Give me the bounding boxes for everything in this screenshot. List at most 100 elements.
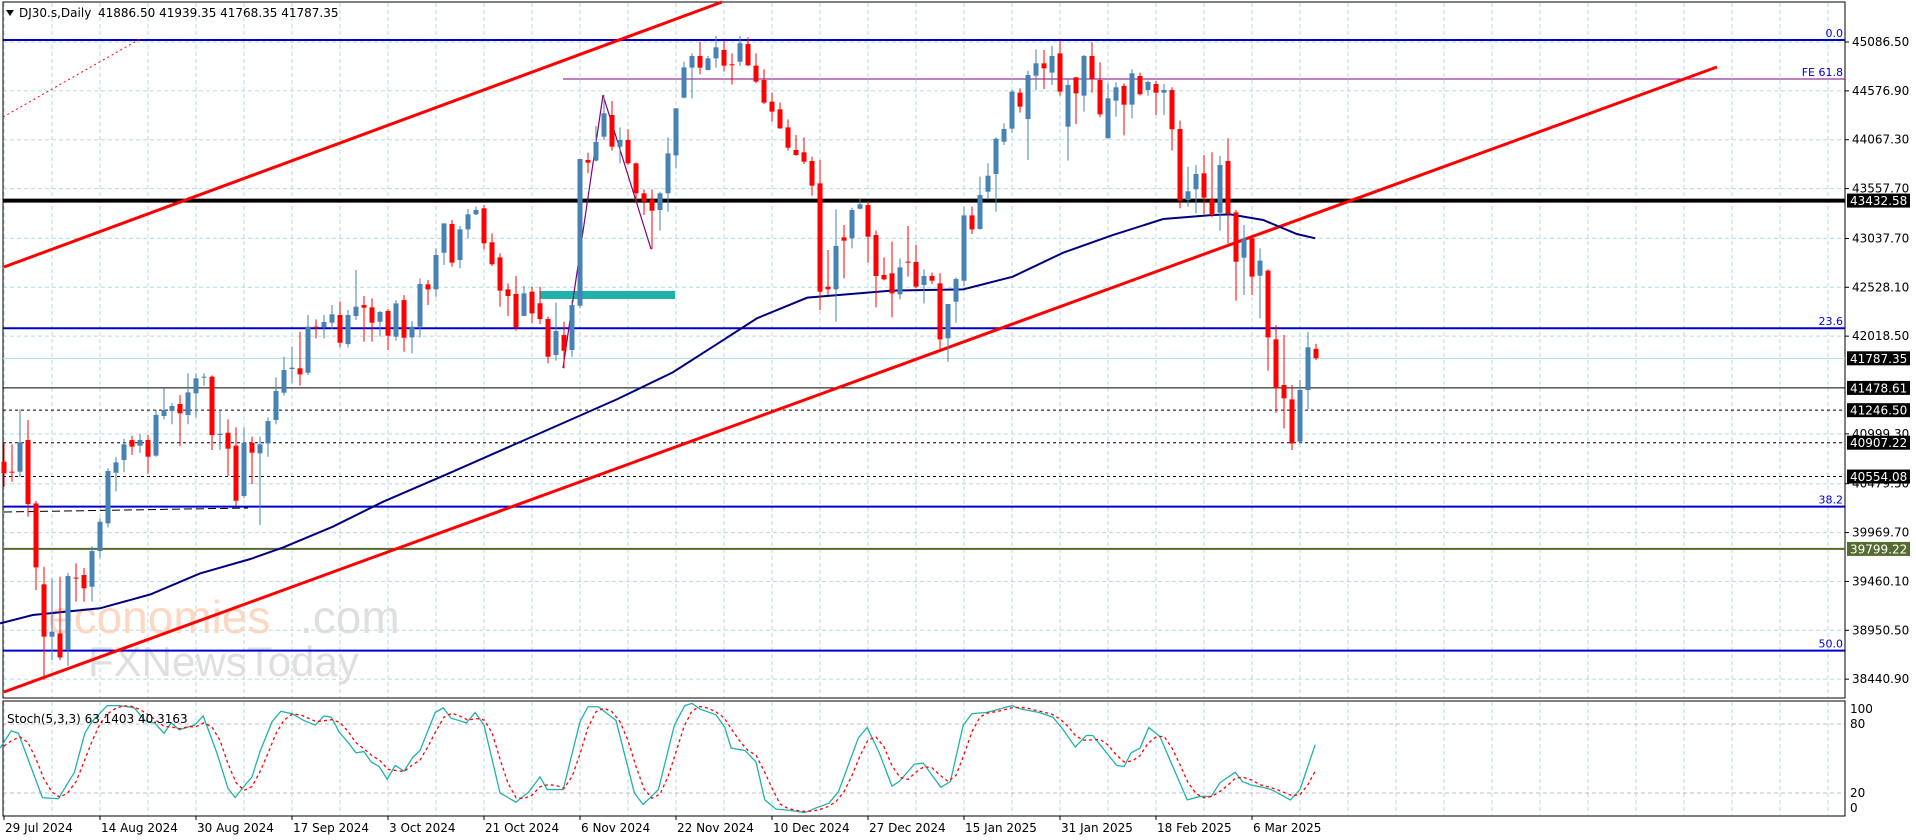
moving-average-line xyxy=(0,213,1316,625)
candle-body xyxy=(865,205,871,237)
price-tick-label: 39969.70 xyxy=(1852,526,1909,540)
candle-body xyxy=(769,101,775,112)
candle xyxy=(617,127,623,164)
price-chart[interactable]: economies .com FXNewsToday 0.0 FE 61.8 23.… xyxy=(0,0,1916,840)
candle xyxy=(1161,83,1167,116)
price-badge-label: 43432.58 xyxy=(1850,194,1907,208)
candle-body xyxy=(1009,91,1015,129)
candle xyxy=(225,419,231,476)
candle-body xyxy=(1217,164,1223,213)
candle-body xyxy=(633,163,639,194)
candle xyxy=(121,438,127,473)
main-panel-frame xyxy=(2,1,1846,699)
price-tick-label: 39460.10 xyxy=(1852,574,1909,588)
time-tick-label: 3 Oct 2024 xyxy=(389,821,456,835)
candle-body xyxy=(9,471,15,473)
candle xyxy=(185,373,191,425)
candle xyxy=(1121,83,1127,136)
dashed-support-line[interactable] xyxy=(3,507,249,513)
candle xyxy=(625,129,631,165)
candle-body xyxy=(385,310,391,336)
candle-body xyxy=(705,58,711,71)
candle-body xyxy=(353,306,359,317)
candle-body xyxy=(889,273,895,294)
candle-body xyxy=(745,43,751,66)
candle xyxy=(177,395,183,447)
candle-body xyxy=(825,286,831,290)
candle-body xyxy=(1201,173,1207,198)
zigzag-pattern-line[interactable] xyxy=(562,94,652,369)
candle-body xyxy=(473,210,479,215)
candle-body xyxy=(105,471,111,524)
candle xyxy=(353,270,359,320)
candle-body xyxy=(297,368,303,375)
candle xyxy=(721,40,727,72)
dotted-trendline[interactable] xyxy=(2,38,141,118)
candle xyxy=(961,206,967,287)
candle-body xyxy=(929,275,935,281)
candle-body xyxy=(753,65,759,82)
candle-body xyxy=(617,140,623,147)
candle xyxy=(1169,87,1175,151)
candle-body xyxy=(1273,339,1279,389)
stoch-level-20: 20 xyxy=(1850,786,1865,800)
candle xyxy=(497,253,503,307)
candle-body xyxy=(1017,92,1023,107)
candle-body xyxy=(145,440,151,457)
candle-body xyxy=(609,115,615,147)
candle-body xyxy=(409,326,415,338)
time-tick-label: 29 Jul 2024 xyxy=(5,821,73,835)
candle xyxy=(481,205,487,250)
candle xyxy=(1001,123,1007,146)
candle xyxy=(465,208,471,239)
candle xyxy=(945,303,951,362)
candle-body xyxy=(393,303,399,337)
ohlc-readout: 41886.50 41939.35 41768.35 41787.35 xyxy=(98,6,338,20)
candle xyxy=(401,295,407,352)
candle-body xyxy=(625,140,631,164)
candle xyxy=(1105,83,1111,139)
candle xyxy=(433,248,439,297)
candle-body xyxy=(1041,63,1047,69)
candle xyxy=(609,101,615,151)
candle-body xyxy=(537,303,543,320)
candle-body xyxy=(1001,129,1007,142)
candle xyxy=(1073,77,1079,125)
candle-body xyxy=(1137,75,1143,95)
candle-body xyxy=(1249,238,1255,277)
candle xyxy=(329,305,335,330)
candle xyxy=(1017,88,1023,113)
candle-body xyxy=(585,159,591,163)
candle-body xyxy=(1025,75,1031,120)
candle-body xyxy=(305,326,311,373)
candle-body xyxy=(1161,89,1167,93)
candle xyxy=(585,152,591,174)
stoch-level-80: 80 xyxy=(1850,717,1865,731)
candle-body xyxy=(1065,85,1071,127)
lower-trendline[interactable] xyxy=(3,65,1718,694)
candle xyxy=(1297,380,1303,444)
candle-body xyxy=(153,415,159,456)
collapse-triangle-icon[interactable] xyxy=(6,10,14,16)
candle xyxy=(41,566,47,681)
candle xyxy=(985,163,991,200)
candle-body xyxy=(225,432,231,449)
candle xyxy=(889,241,895,318)
candle xyxy=(697,41,703,75)
candle-body xyxy=(113,462,119,473)
candle-body xyxy=(1225,161,1231,214)
candle xyxy=(761,69,767,104)
candle xyxy=(441,223,447,266)
candle xyxy=(1153,80,1159,116)
time-tick-label: 27 Dec 2024 xyxy=(869,821,946,835)
candle xyxy=(97,518,103,559)
candle xyxy=(577,159,583,309)
demand-zone-rectangle[interactable] xyxy=(540,291,675,299)
candle xyxy=(409,321,415,354)
candle xyxy=(1009,89,1015,133)
candle-body xyxy=(497,257,503,291)
candle xyxy=(553,302,559,361)
candle xyxy=(393,300,399,341)
candle xyxy=(753,53,759,84)
candle-body xyxy=(729,64,735,66)
